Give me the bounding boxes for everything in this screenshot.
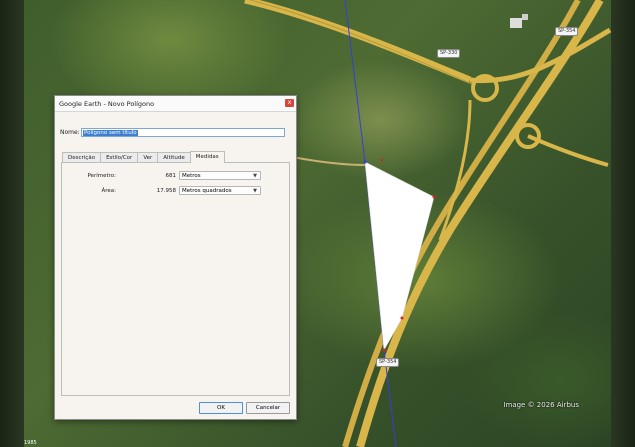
area-row: Área: 17.958 Metros quadrados ▼ — [66, 186, 261, 195]
imagery-year: 1985 — [24, 440, 37, 446]
dropdown-arrow-icon: ▼ — [253, 173, 257, 179]
perimeter-unit-select[interactable]: Metros ▼ — [179, 171, 261, 180]
tab-measurements[interactable]: Medidas — [189, 151, 225, 163]
area-unit-select[interactable]: Metros quadrados ▼ — [179, 186, 261, 195]
perimeter-value: 681 — [165, 172, 177, 179]
perimeter-label: Perímetro: — [87, 172, 116, 179]
new-polygon-dialog: Google Earth - Novo Polígono x Nome: Pol… — [54, 95, 297, 420]
area-value: 17.958 — [156, 187, 176, 194]
cancel-button[interactable]: Cancelar — [246, 402, 290, 414]
dialog-title: Google Earth - Novo Polígono — [59, 99, 155, 108]
area-unit: Metros quadrados — [182, 188, 232, 194]
measurements-panel: Perímetro: 681 Metros ▼ Área: 17.958 Met… — [61, 162, 290, 396]
road-label: SP-354 — [555, 27, 579, 36]
ok-button[interactable]: OK — [199, 402, 243, 414]
name-input[interactable]: Polígono sem título — [81, 128, 285, 137]
area-label: Área: — [101, 187, 116, 194]
perimeter-unit: Metros — [182, 173, 201, 179]
road-label: SP-330 — [437, 49, 461, 58]
close-icon[interactable]: x — [285, 99, 294, 107]
dropdown-arrow-icon: ▼ — [253, 188, 257, 194]
dialog-titlebar[interactable]: Google Earth - Novo Polígono x — [55, 96, 296, 112]
name-label: Nome: — [60, 129, 80, 136]
name-row: Nome: Polígono sem título — [60, 128, 285, 137]
name-input-value: Polígono sem título — [83, 130, 138, 136]
imagery-credit: Image © 2026 Airbus — [503, 401, 579, 409]
perimeter-row: Perímetro: 681 Metros ▼ — [66, 171, 261, 180]
road-label: SP-354 — [376, 358, 400, 367]
